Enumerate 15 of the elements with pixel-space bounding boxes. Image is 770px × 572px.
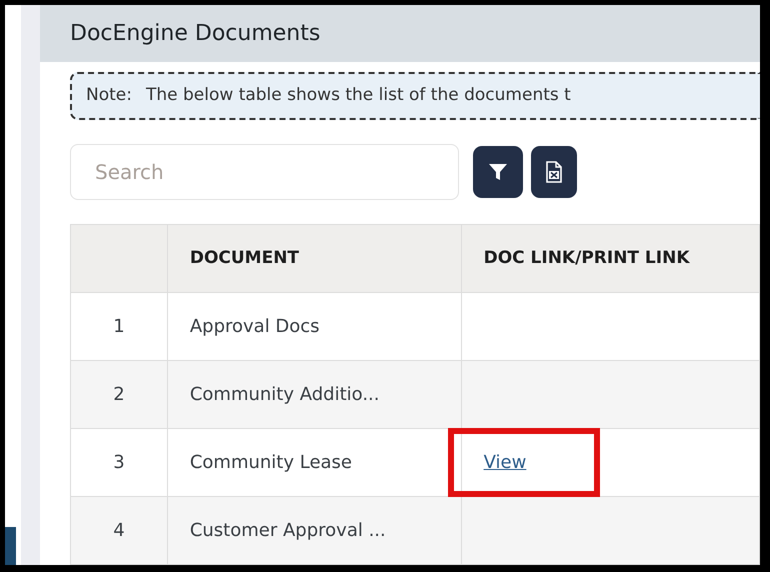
note-label: Note: <box>86 84 132 108</box>
filter-button[interactable] <box>473 146 523 198</box>
row-number: 2 <box>70 360 168 428</box>
excel-export-button[interactable] <box>531 146 577 198</box>
filter-icon <box>488 162 508 182</box>
spreadsheet-file-icon <box>546 161 562 183</box>
view-link[interactable]: View <box>484 452 526 473</box>
column-header: DOCUMENT <box>190 248 300 268</box>
document-name: Community Additio... <box>167 360 462 428</box>
note-text: The below table shows the list of the documents t <box>146 84 571 108</box>
search-field[interactable]: Search <box>70 144 459 200</box>
column-header: DOC LINK/PRINT LINK <box>484 248 690 268</box>
document-name: Customer Approval ... <box>167 496 462 564</box>
row-number: 4 <box>70 496 168 564</box>
panel-title: DocEngine Documents <box>70 20 320 48</box>
